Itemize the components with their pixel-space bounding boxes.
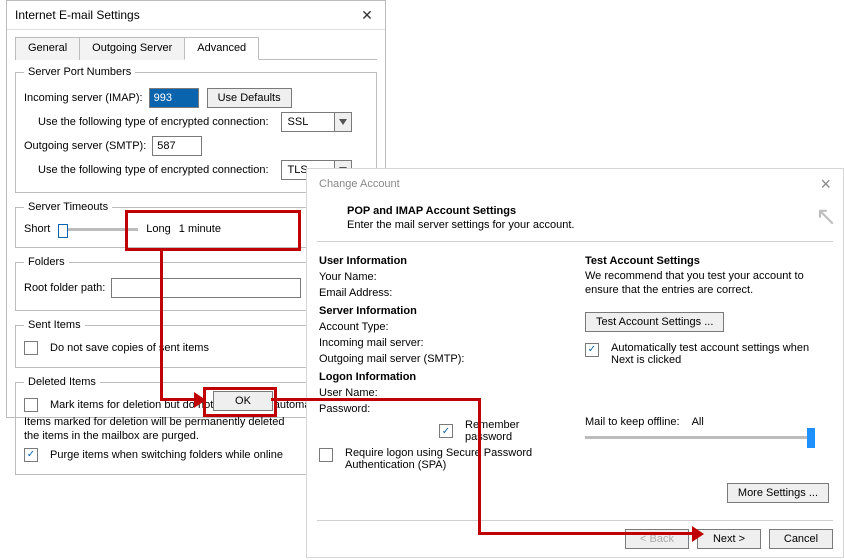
timeout-short-label: Short	[24, 223, 50, 235]
change-account-dialog: Change Account × POP and IMAP Account Se…	[306, 168, 844, 558]
server-information-heading: Server Information	[319, 305, 569, 317]
mark-for-deletion-checkbox[interactable]	[24, 398, 44, 412]
ok-button[interactable]: OK	[213, 391, 273, 411]
more-settings-button[interactable]: More Settings ...	[727, 483, 829, 503]
outgoing-port-input[interactable]	[152, 136, 202, 156]
chevron-down-icon	[334, 113, 351, 131]
divider	[317, 520, 833, 521]
annotation-arrow	[160, 248, 163, 398]
dialog-title: Change Account	[319, 178, 400, 190]
group-legend: Server Timeouts	[24, 201, 112, 213]
annotation-arrow	[271, 398, 481, 401]
mail-keep-slider[interactable]	[585, 436, 815, 439]
titlebar: Internet E-mail Settings ✕	[7, 1, 385, 30]
close-icon[interactable]: ✕	[357, 7, 377, 24]
timeout-value: 1 minute	[179, 223, 221, 235]
root-folder-input[interactable]	[111, 278, 301, 298]
purge-items-label: Purge items when switching folders while…	[50, 449, 283, 461]
purge-items-checkbox[interactable]: ✓	[24, 448, 44, 462]
incoming-encryption-label: Use the following type of encrypted conn…	[38, 116, 269, 128]
heading: POP and IMAP Account Settings	[347, 205, 823, 217]
root-folder-label: Root folder path:	[24, 282, 105, 294]
annotation-arrow	[478, 532, 694, 535]
annotation-arrow	[160, 398, 196, 401]
next-button[interactable]: Next >	[697, 529, 761, 549]
group-legend: Sent Items	[24, 319, 85, 331]
divider	[317, 241, 833, 242]
annotation-arrowhead-icon	[194, 392, 206, 408]
test-account-settings-heading: Test Account Settings	[585, 255, 833, 267]
spa-checkbox[interactable]	[319, 448, 339, 462]
email-address-label: Email Address:	[319, 287, 392, 299]
annotation-arrow	[478, 398, 481, 535]
mail-keep-label: Mail to keep offline:	[585, 416, 680, 428]
user-information-heading: User Information	[319, 255, 569, 267]
group-legend: Folders	[24, 256, 69, 268]
tab-outgoing-server[interactable]: Outgoing Server	[79, 37, 185, 60]
logon-information-heading: Logon Information	[319, 371, 569, 383]
incoming-mail-server-label: Incoming mail server:	[319, 337, 424, 349]
group-legend: Deleted Items	[24, 376, 100, 388]
group-legend: Server Port Numbers	[24, 66, 135, 78]
outgoing-server-label: Outgoing server (SMTP):	[24, 140, 146, 152]
cancel-button[interactable]: Cancel	[769, 529, 833, 549]
use-defaults-button[interactable]: Use Defaults	[207, 88, 292, 108]
auto-test-checkbox[interactable]: ✓	[585, 343, 605, 357]
account-type-label: Account Type:	[319, 321, 389, 333]
auto-test-label: Automatically test account settings when…	[611, 342, 821, 366]
outgoing-encryption-label: Use the following type of encrypted conn…	[38, 164, 269, 176]
incoming-port-input[interactable]	[149, 88, 199, 108]
tab-general[interactable]: General	[15, 37, 80, 60]
incoming-encryption-select[interactable]: SSL	[281, 112, 352, 132]
incoming-server-label: Incoming server (IMAP):	[24, 92, 143, 104]
cursor-icon: ↖	[815, 201, 837, 232]
dialog-title: Internet E-mail Settings	[15, 8, 357, 22]
subheading: Enter the mail server settings for your …	[347, 219, 823, 231]
test-account-description: We recommend that you test your account …	[585, 269, 833, 298]
do-not-save-sent-label: Do not save copies of sent items	[50, 342, 209, 354]
remember-password-checkbox[interactable]: ✓	[439, 424, 459, 438]
mail-keep-value: All	[692, 416, 704, 428]
tab-advanced[interactable]: Advanced	[184, 37, 259, 60]
titlebar: Change Account ×	[307, 169, 843, 199]
incoming-encryption-value: SSL	[282, 116, 334, 128]
outgoing-mail-server-label: Outgoing mail server (SMTP):	[319, 353, 464, 365]
close-icon[interactable]: ×	[820, 174, 831, 195]
tab-strip: General Outgoing Server Advanced	[15, 36, 377, 60]
annotation-arrowhead-icon	[692, 526, 704, 542]
password-label: Password:	[319, 403, 370, 415]
timeout-slider[interactable]	[58, 228, 138, 231]
do-not-save-sent-checkbox[interactable]	[24, 341, 44, 355]
timeout-long-label: Long	[146, 223, 170, 235]
your-name-label: Your Name:	[319, 271, 377, 283]
test-account-settings-button[interactable]: Test Account Settings ...	[585, 312, 724, 332]
spa-label: Require logon using Secure Password Auth…	[345, 447, 565, 471]
